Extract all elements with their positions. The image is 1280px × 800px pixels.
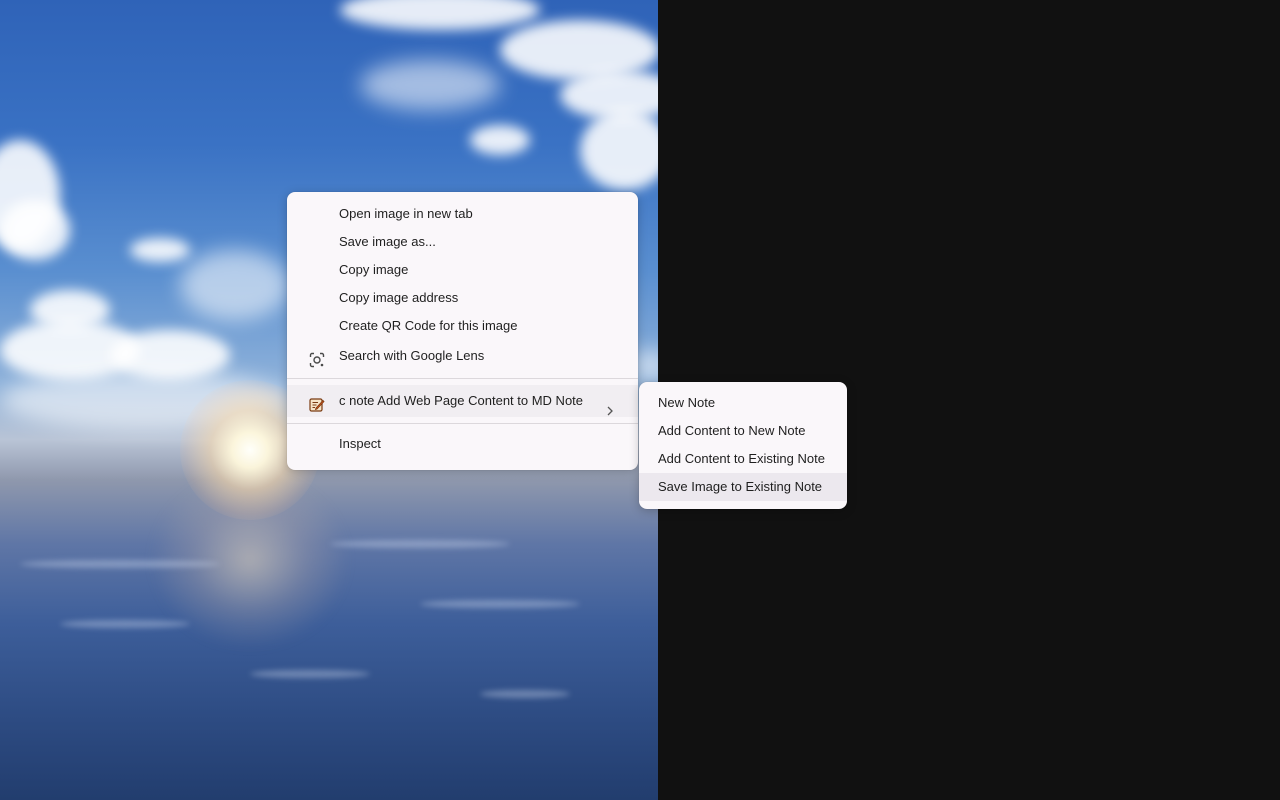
menu-separator bbox=[287, 423, 638, 424]
menu-item-md-note-extension[interactable]: c note Add Web Page Content to MD Note bbox=[287, 385, 638, 417]
submenu-item-label: Add Content to Existing Note bbox=[658, 451, 825, 466]
menu-item-label: Copy image bbox=[339, 262, 409, 277]
md-note-submenu: New Note Add Content to New Note Add Con… bbox=[639, 382, 847, 509]
google-lens-icon bbox=[309, 348, 325, 368]
menu-item-copy-image-address[interactable]: Copy image address bbox=[287, 284, 638, 312]
context-menu: Open image in new tab Save image as... C… bbox=[287, 192, 638, 470]
submenu-item-new-note[interactable]: New Note bbox=[639, 389, 847, 417]
submenu-item-save-image-existing-note[interactable]: Save Image to Existing Note bbox=[639, 473, 847, 501]
submenu-item-add-content-existing-note[interactable]: Add Content to Existing Note bbox=[639, 445, 847, 473]
menu-item-label: Open image in new tab bbox=[339, 206, 473, 221]
menu-item-label: c note Add Web Page Content to MD Note bbox=[339, 393, 584, 408]
submenu-item-add-content-new-note[interactable]: Add Content to New Note bbox=[639, 417, 847, 445]
chevron-right-icon bbox=[606, 396, 614, 416]
submenu-item-label: Add Content to New Note bbox=[658, 423, 806, 438]
menu-item-inspect[interactable]: Inspect bbox=[287, 430, 638, 458]
menu-item-search-google-lens[interactable]: Search with Google Lens bbox=[287, 340, 638, 372]
md-note-extension-icon bbox=[309, 393, 325, 412]
menu-item-label: Save image as... bbox=[339, 234, 436, 249]
menu-item-label: Create QR Code for this image bbox=[339, 318, 518, 333]
page: Open image in new tab Save image as... C… bbox=[0, 0, 1280, 800]
menu-item-label: Search with Google Lens bbox=[339, 348, 485, 363]
menu-item-save-image-as[interactable]: Save image as... bbox=[287, 228, 638, 256]
submenu-item-label: Save Image to Existing Note bbox=[658, 479, 823, 494]
menu-item-label: Inspect bbox=[339, 436, 381, 451]
menu-item-open-image-new-tab[interactable]: Open image in new tab bbox=[287, 200, 638, 228]
menu-item-label: Copy image address bbox=[339, 290, 459, 305]
menu-separator bbox=[287, 378, 638, 379]
menu-item-create-qr-code[interactable]: Create QR Code for this image bbox=[287, 312, 638, 340]
submenu-item-label: New Note bbox=[658, 395, 716, 410]
menu-item-copy-image[interactable]: Copy image bbox=[287, 256, 638, 284]
